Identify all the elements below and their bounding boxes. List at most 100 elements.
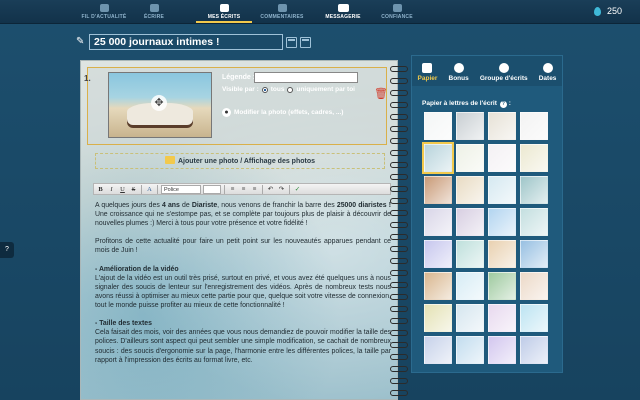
legend-input[interactable] [254, 72, 358, 83]
tab-label: Papier [417, 75, 438, 82]
paper-tile[interactable] [424, 176, 452, 204]
credits-counter[interactable]: 250 [593, 6, 622, 16]
bold-button[interactable]: B [96, 185, 105, 194]
paper-tile[interactable] [488, 304, 516, 332]
paragraph: A quelques jours des 4 ans de Diariste, … [95, 201, 391, 228]
paper-tile[interactable] [520, 336, 548, 364]
align-left-icon[interactable]: ≡ [228, 185, 237, 194]
help-icon[interactable]: ? [499, 101, 507, 108]
spiral-ring [390, 174, 408, 180]
paper-tile[interactable] [520, 272, 548, 300]
modify-photo-label: Modifier la photo (effets, cadres, ...) [234, 109, 344, 116]
comment-icon [277, 4, 287, 12]
paper-tile[interactable] [520, 176, 548, 204]
section-heading: - Taille des textes [95, 320, 152, 328]
help-side-tab[interactable]: ? [0, 242, 14, 258]
paper-tile[interactable] [424, 272, 452, 300]
tab-writing-group[interactable]: Groupe d'écrits [480, 63, 528, 82]
radio-all[interactable] [261, 86, 268, 93]
paper-tile[interactable] [520, 240, 548, 268]
nav-label: Commentaires [260, 14, 304, 20]
tab-dates[interactable]: Dates [539, 63, 556, 82]
add-photo-button[interactable]: Ajouter une photo / Affichage des photos [95, 153, 385, 169]
paper-tile[interactable] [456, 272, 484, 300]
nav-trust[interactable]: Confiance [363, 0, 431, 24]
paragraph: Profitons de cette actualité pour faire … [95, 238, 391, 255]
entry-text[interactable]: A quelques jours des 4 ans de Diariste, … [95, 201, 391, 374]
title-row: ✎ 25 000 journaux intimes ! [76, 34, 311, 50]
spiral-ring [390, 186, 408, 192]
paper-tile[interactable] [424, 240, 452, 268]
calendar-icon[interactable] [286, 36, 297, 48]
paper-tile[interactable] [424, 304, 452, 332]
tab-label: Groupe d'écrits [479, 75, 528, 82]
align-right-icon[interactable]: ≡ [250, 185, 259, 194]
paper-tile[interactable] [456, 304, 484, 332]
pencil-icon: ✎ [76, 36, 85, 47]
drop-icon [593, 6, 601, 16]
arrow-right-icon [542, 63, 553, 73]
tab-bonus[interactable]: Bonus [449, 63, 469, 82]
paper-tile[interactable] [488, 176, 516, 204]
underline-button[interactable]: U [118, 185, 127, 194]
paper-tile[interactable] [488, 144, 516, 172]
spiral-ring [390, 114, 408, 120]
top-navigation: Fil d'actualité Écrire Mes écrits Commen… [0, 0, 640, 24]
radio-all-label: tous [270, 86, 285, 93]
spiral-ring [390, 162, 408, 168]
paper-tile[interactable] [456, 240, 484, 268]
paper-tile[interactable] [520, 304, 548, 332]
italic-button[interactable]: I [107, 185, 116, 194]
paper-tile[interactable] [488, 272, 516, 300]
font-select[interactable]: Police [161, 184, 201, 194]
photo-icon [164, 156, 175, 164]
paper-tile[interactable] [456, 208, 484, 236]
toolbar-divider [141, 184, 142, 194]
visibility-options: Visible par : tous uniquement par toi [222, 86, 355, 93]
paper-tile[interactable] [488, 336, 516, 364]
modify-photo-link[interactable]: ● Modifier la photo (effets, cadres, ...… [222, 108, 343, 117]
strikethrough-button[interactable]: S [129, 185, 138, 194]
paper-tile[interactable] [456, 144, 484, 172]
paper-tile[interactable] [456, 176, 484, 204]
paper-tile[interactable] [488, 240, 516, 268]
paper-tile[interactable] [488, 112, 516, 140]
calendar-time-icon[interactable] [300, 36, 311, 48]
books-icon [498, 63, 509, 73]
paper-tile[interactable] [422, 142, 454, 174]
redo-icon[interactable]: ↷ [277, 185, 286, 194]
paper-tile[interactable] [456, 112, 484, 140]
size-select[interactable] [203, 184, 221, 194]
paper-tile[interactable] [424, 208, 452, 236]
trash-icon[interactable]: 🗑 [374, 88, 388, 100]
paper-grid [422, 112, 550, 364]
spiral-ring [390, 258, 408, 264]
legend-label: Légende : [222, 74, 256, 81]
photo-thumbnail[interactable]: ✥ [108, 72, 212, 138]
nav-comments[interactable]: Commentaires [248, 0, 316, 24]
spiral-ring [390, 126, 408, 132]
text-run: , nous venons de franchir la barre des [217, 202, 337, 209]
paper-tile[interactable] [488, 208, 516, 236]
nav-label: Confiance [381, 14, 413, 20]
radio-only-me[interactable] [287, 86, 294, 93]
text-color-icon[interactable]: A [145, 185, 154, 194]
align-center-icon[interactable]: ≡ [239, 185, 248, 194]
undo-icon[interactable]: ↶ [266, 185, 275, 194]
panel-subtitle: Papier à lettres de l'écrit? : [422, 100, 511, 108]
spellcheck-icon[interactable]: ✓ [293, 185, 302, 194]
title-input[interactable]: 25 000 journaux intimes ! [89, 34, 283, 50]
paper-tile[interactable] [520, 112, 548, 140]
tab-paper[interactable]: Papier [417, 63, 438, 82]
paper-tile[interactable] [424, 112, 452, 140]
tab-label: Bonus [448, 75, 469, 82]
news-icon [99, 4, 109, 12]
envelope-icon [337, 4, 349, 12]
paper-tile[interactable] [424, 336, 452, 364]
paper-tile[interactable] [520, 208, 548, 236]
move-icon[interactable]: ✥ [151, 95, 167, 111]
paper-tile[interactable] [456, 336, 484, 364]
credits-value: 250 [606, 6, 622, 16]
nav-write[interactable]: Écrire [120, 0, 188, 24]
paper-tile[interactable] [520, 144, 548, 172]
